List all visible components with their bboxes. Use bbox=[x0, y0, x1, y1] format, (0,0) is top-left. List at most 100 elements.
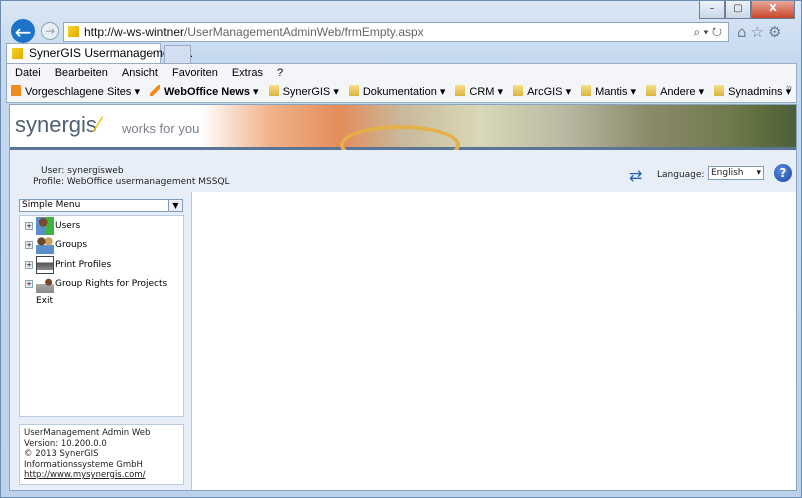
expand-icon[interactable]: + bbox=[25, 280, 33, 288]
menu-mode-select[interactable]: Simple Menu ▼ bbox=[19, 199, 183, 212]
menu-[interactable]: ? bbox=[277, 64, 283, 82]
synergis-logo: synergis⁄ bbox=[15, 112, 101, 138]
favorite-label: Vorgeschlagene Sites bbox=[25, 86, 131, 98]
expand-icon[interactable]: + bbox=[25, 222, 33, 230]
menu-bearbeiten[interactable]: Bearbeiten bbox=[55, 64, 108, 82]
dropdown-arrow-icon: ▾ bbox=[494, 86, 503, 98]
menu-favoriten[interactable]: Favoriten bbox=[172, 64, 218, 82]
browser-window: – ▢ X ← → http://w-ws-wintner/UserManage… bbox=[0, 0, 802, 498]
dropdown-arrow-icon: ▾ bbox=[250, 86, 259, 98]
help-icon[interactable]: ? bbox=[774, 164, 792, 182]
folder-icon bbox=[349, 85, 359, 96]
search-refresh-icons[interactable]: ⌕ ▾ ↻ bbox=[693, 23, 722, 41]
favorite-label: WebOffice News bbox=[164, 86, 250, 98]
address-bar[interactable]: http://w-ws-wintner/UserManagementAdminW… bbox=[63, 22, 729, 42]
tree-item-users[interactable]: + Users bbox=[20, 216, 183, 236]
favorite-dokumentation[interactable]: Dokumentation ▾ bbox=[349, 82, 446, 102]
menu-ansicht[interactable]: Ansicht bbox=[122, 64, 158, 82]
close-button[interactable]: X bbox=[751, 1, 795, 19]
dropdown-arrow-icon: ▾ bbox=[696, 86, 705, 98]
dropdown-arrow-icon: ▾ bbox=[563, 86, 572, 98]
maximize-button[interactable]: ▢ bbox=[725, 1, 751, 19]
page-favicon bbox=[68, 26, 79, 37]
more-chevron-icon[interactable]: » bbox=[786, 82, 792, 94]
company-link[interactable]: http://www.mysynergis.com/ bbox=[24, 470, 145, 480]
tree-item-label: Group Rights for Projects bbox=[55, 279, 167, 289]
favorite-mantis[interactable]: Mantis ▾ bbox=[581, 82, 636, 102]
favorite-label: CRM bbox=[469, 86, 494, 98]
favorite-vorgeschlagene-sites[interactable]: Vorgeschlagene Sites ▾ bbox=[11, 82, 140, 102]
favorites-bar: Vorgeschlagene Sites ▾WebOffice News ▾Sy… bbox=[7, 82, 796, 102]
refresh-icon[interactable]: ⇄ bbox=[629, 166, 642, 185]
language-select[interactable]: English ▾ bbox=[708, 166, 764, 180]
sidebar: Simple Menu ▼ + Users +Groups + Print Profi… bbox=[10, 192, 192, 491]
menu-bar: Datei Bearbeiten Ansicht Favoriten Extras? bbox=[7, 64, 796, 82]
url-host: http://w-ws-wintner bbox=[84, 25, 184, 39]
folder-icon bbox=[513, 85, 523, 96]
favorite-label: Mantis bbox=[595, 86, 627, 98]
app-version: Version: 10.200.0.0 bbox=[24, 439, 179, 450]
expand-icon[interactable]: + bbox=[25, 261, 33, 269]
tab-active[interactable]: SynerGIS Usermanagement ... × bbox=[6, 43, 161, 64]
folder-icon bbox=[714, 85, 724, 96]
users-icon bbox=[36, 217, 54, 235]
favorite-label: SynerGIS bbox=[283, 86, 331, 98]
folder-icon bbox=[269, 85, 279, 96]
feed-icon bbox=[150, 85, 160, 96]
tab-favicon bbox=[12, 48, 23, 59]
company: Informationssysteme GmbH bbox=[24, 460, 179, 471]
chevron-down-icon: ▾ bbox=[756, 167, 761, 179]
chevron-down-icon: ▼ bbox=[168, 200, 182, 211]
lock-group-icon bbox=[36, 275, 54, 293]
dropdown-arrow-icon: ▾ bbox=[330, 86, 339, 98]
menu-extras[interactable]: Extras bbox=[232, 64, 263, 82]
favorite-andere[interactable]: Andere ▾ bbox=[646, 82, 704, 102]
favorite-label: Andere bbox=[660, 86, 695, 98]
favorite-synadmins[interactable]: Synadmins ▾ bbox=[714, 82, 791, 102]
copyright: © 2013 SynerGIS bbox=[24, 449, 179, 460]
exit-link[interactable]: Exit bbox=[20, 294, 183, 309]
user-label: User: synergisweb bbox=[33, 166, 230, 177]
favorite-label: ArcGIS bbox=[527, 86, 562, 98]
tagline: works for you bbox=[122, 121, 199, 136]
user-header: User: synergisweb Profile: WebOffice use… bbox=[10, 150, 796, 192]
forward-button[interactable]: → bbox=[41, 22, 59, 40]
back-button[interactable]: ← bbox=[9, 17, 37, 45]
favorite-label: Dokumentation bbox=[363, 86, 437, 98]
language-label: Language: bbox=[657, 170, 704, 180]
menu-datei[interactable]: Datei bbox=[15, 64, 41, 82]
tree-item-groups[interactable]: +Groups bbox=[20, 236, 183, 256]
tree-item-group-rights[interactable]: + Group Rights for Projects bbox=[20, 275, 183, 295]
printer-icon bbox=[36, 256, 54, 274]
favorite-arcgis[interactable]: ArcGIS ▾ bbox=[513, 82, 571, 102]
banner: synergis⁄ works for you bbox=[10, 105, 796, 147]
app-info-box: UserManagement Admin Web Version: 10.200… bbox=[19, 424, 184, 485]
new-tab-button[interactable] bbox=[164, 45, 191, 64]
menu-tree: + Users +Groups + Print Profiles + Group Ri… bbox=[19, 215, 184, 417]
logo-mark-icon: ⁄ bbox=[97, 112, 101, 137]
menu-mode-value: Simple Menu bbox=[22, 200, 80, 210]
profile-label: Profile: WebOffice usermanagement MSSQL bbox=[33, 177, 230, 188]
minimize-button[interactable]: – bbox=[699, 1, 725, 19]
tree-item-print-profiles[interactable]: + Print Profiles bbox=[20, 255, 183, 275]
dropdown-arrow-icon: ▾ bbox=[628, 86, 637, 98]
url-path: /UserManagementAdminWeb/frmEmpty.aspx bbox=[184, 25, 424, 39]
tree-item-label: Users bbox=[55, 221, 80, 231]
favorite-synergis[interactable]: SynerGIS ▾ bbox=[269, 82, 339, 102]
suggested-sites-icon bbox=[11, 85, 21, 96]
groups-icon bbox=[36, 236, 54, 254]
home-favorites-settings-icons[interactable]: ⌂☆⚙ bbox=[737, 23, 785, 41]
expand-icon[interactable]: + bbox=[25, 241, 33, 249]
tab-close-icon[interactable]: × bbox=[149, 44, 156, 63]
dropdown-arrow-icon: ▾ bbox=[131, 86, 140, 98]
window-controls: – ▢ X bbox=[699, 1, 795, 19]
user-info: User: synergisweb Profile: WebOffice use… bbox=[33, 166, 230, 188]
favorite-crm[interactable]: CRM ▾ bbox=[455, 82, 503, 102]
language-value: English bbox=[711, 168, 744, 178]
main-frame bbox=[193, 192, 796, 490]
favorite-weboffice-news[interactable]: WebOffice News ▾ bbox=[150, 82, 259, 102]
folder-icon bbox=[646, 85, 656, 96]
folder-icon bbox=[581, 85, 591, 96]
tree-item-label: Print Profiles bbox=[55, 260, 111, 270]
dropdown-arrow-icon: ▾ bbox=[437, 86, 446, 98]
